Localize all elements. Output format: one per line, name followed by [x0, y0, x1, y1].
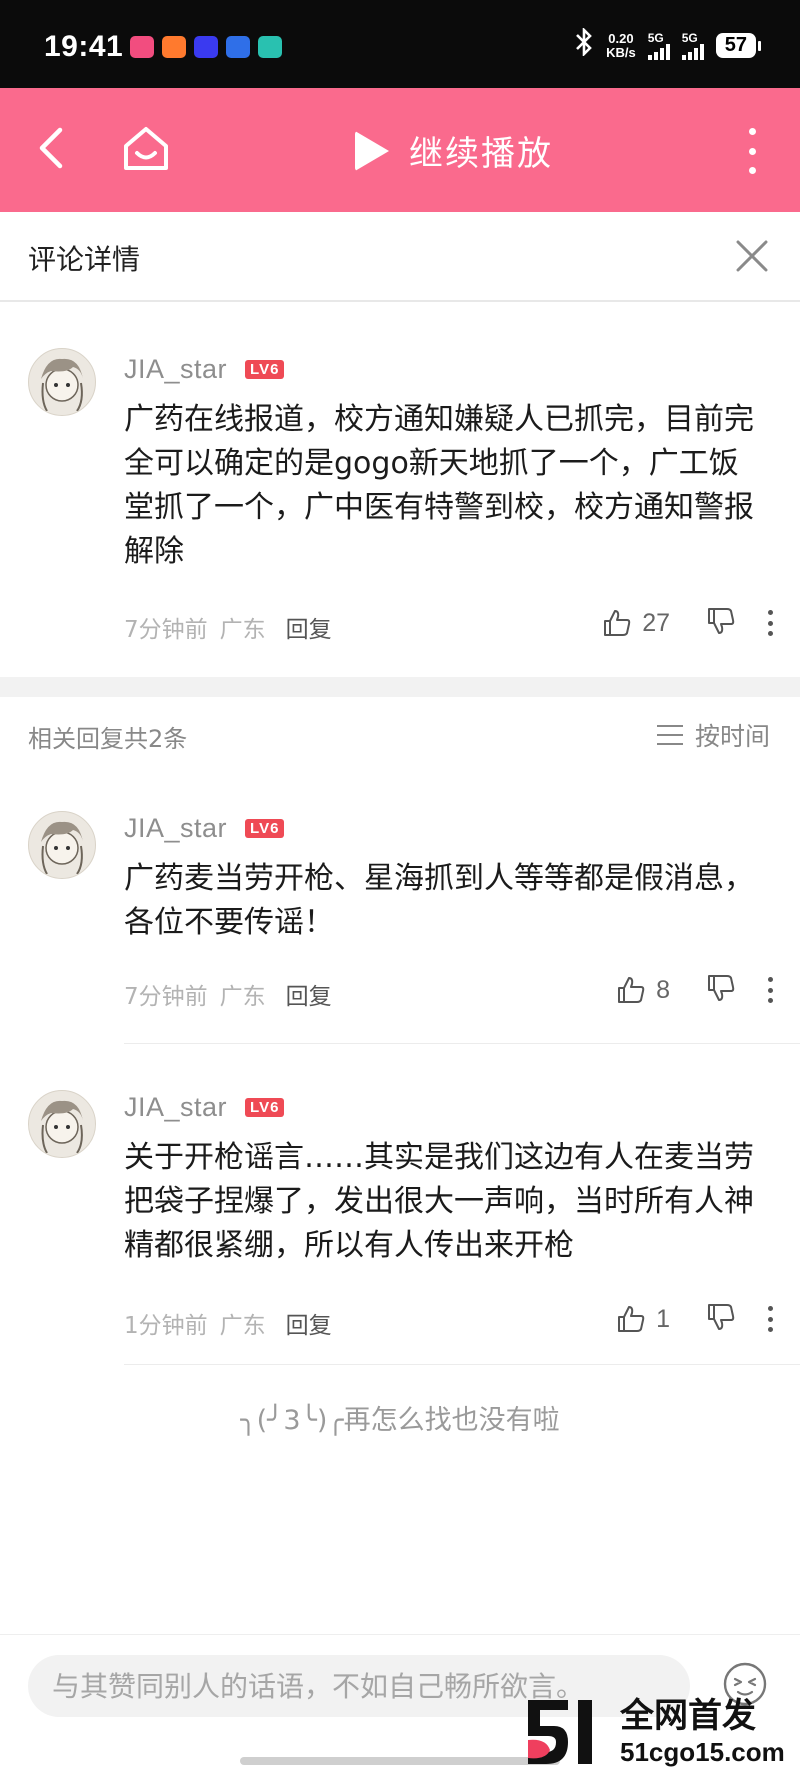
thumbs-down-icon: [708, 975, 735, 1001]
continue-play-button[interactable]: 继续播放: [355, 126, 553, 175]
replies-header: 相关回复共2条 按时间: [0, 697, 800, 777]
reply-location: 广东: [219, 984, 266, 1010]
reply-text: 关于开枪谣言……其实是我们这边有人在麦当劳把袋子捏爆了，发出很大一声响，当时所有…: [124, 1140, 754, 1263]
username[interactable]: JIA_star: [124, 813, 227, 844]
like-count: 27: [642, 608, 670, 637]
thumbs-up-icon: [604, 610, 631, 636]
like-button[interactable]: 1: [616, 1304, 670, 1334]
app-notification-icon: [258, 36, 282, 58]
reply-location: 广东: [219, 1313, 266, 1339]
dislike-button[interactable]: [706, 1302, 736, 1336]
end-of-list-message: ╮(╯3╰)╭再怎么找也没有啦: [240, 1405, 560, 1436]
reply-actions: 1: [616, 1302, 774, 1336]
reply-divider: [124, 1364, 800, 1365]
top-bar: 继续播放: [0, 88, 800, 212]
level-badge: LV6: [245, 1098, 285, 1117]
level-badge: LV6: [245, 360, 285, 379]
dislike-button[interactable]: [706, 606, 736, 640]
main-comment: JIA_star LV6 广药在线报道，校方通知嫌疑人已抓完，目前完全可以确定的…: [0, 300, 800, 677]
app-notification-icon: [130, 36, 154, 58]
signal-sim2-icon: 5G: [681, 30, 704, 60]
network-speed: 0.20 KB/s: [606, 30, 636, 60]
comment-location: 广东: [219, 617, 266, 643]
reply-item: JIA_star LV6 广药麦当劳开枪、星海抓到人等等都是假消息，各位不要传谣…: [0, 777, 800, 1043]
watermark: 全网首发 51cgo15.com: [524, 1692, 794, 1772]
sim1-label: 5G: [647, 30, 664, 45]
battery-indicator: 57: [715, 33, 762, 58]
reply-meta: 7分钟前 广东 回复: [124, 977, 332, 1011]
notification-icons: [130, 36, 282, 58]
panel-title: 评论详情: [28, 243, 141, 276]
avatar[interactable]: [28, 348, 96, 416]
continue-play-label: 继续播放: [409, 134, 553, 174]
comment-more-icon[interactable]: [766, 610, 774, 636]
watermark-logo: [528, 1700, 592, 1764]
sort-button[interactable]: 按时间: [656, 717, 770, 753]
username[interactable]: JIA_star: [124, 1092, 227, 1123]
comment-actions: 27: [602, 606, 774, 640]
reply-time: 7分钟前: [124, 984, 208, 1010]
user-info: JIA_star LV6: [124, 813, 285, 844]
username[interactable]: JIA_star: [124, 354, 227, 385]
like-count: 8: [656, 975, 670, 1004]
home-indicator[interactable]: [240, 1757, 560, 1765]
net-speed-value: 0.20: [608, 30, 634, 46]
reply-time: 1分钟前: [124, 1313, 208, 1339]
dislike-button[interactable]: [706, 973, 736, 1007]
reply-actions: 8: [616, 973, 774, 1007]
reply-button[interactable]: 回复: [286, 610, 332, 644]
replies-count: 相关回复共2条: [28, 725, 188, 753]
app-notification-icon: [162, 36, 186, 58]
comment-meta: 7分钟前 广东 回复: [124, 610, 332, 644]
home-icon[interactable]: [118, 120, 174, 176]
status-right: 0.20 KB/s 5G 5G 57: [574, 26, 762, 63]
avatar[interactable]: [28, 811, 96, 879]
app-notification-icon: [226, 36, 250, 58]
sim2-label: 5G: [681, 30, 698, 45]
avatar[interactable]: [28, 1090, 96, 1158]
reply-button[interactable]: 回复: [286, 1306, 332, 1340]
sort-label: 按时间: [694, 722, 770, 751]
thumbs-up-icon: [618, 977, 645, 1003]
reply-text: 广药麦当劳开枪、星海抓到人等等都是假消息，各位不要传谣！: [124, 861, 754, 940]
thumbs-down-icon: [708, 1304, 735, 1330]
thumbs-down-icon: [708, 608, 735, 634]
reply-item: JIA_star LV6 关于开枪谣言……其实是我们这边有人在麦当劳把袋子捏爆了…: [0, 1044, 800, 1364]
app-notification-icon: [194, 36, 218, 58]
reply-meta: 1分钟前 广东 回复: [124, 1306, 332, 1340]
play-icon: [355, 130, 389, 171]
reply-more-icon[interactable]: [766, 977, 774, 1003]
comment-time: 7分钟前: [124, 617, 208, 643]
reply-more-icon[interactable]: [766, 1306, 774, 1332]
thumbs-up-icon: [618, 1306, 645, 1332]
watermark-text: 全网首发: [620, 1696, 756, 1736]
comment-detail-header: 评论详情: [0, 212, 800, 302]
net-speed-unit: KB/s: [606, 44, 636, 60]
like-count: 1: [656, 1304, 670, 1333]
watermark-url: 51cgo15.com: [620, 1737, 785, 1767]
level-badge: LV6: [245, 819, 285, 838]
user-info: JIA_star LV6: [124, 1092, 285, 1123]
comment-text: 广药在线报道，校方通知嫌疑人已抓完，目前完全可以确定的是gogo新天地抓了一个，…: [124, 402, 754, 569]
close-icon[interactable]: [734, 238, 770, 274]
like-button[interactable]: 27: [602, 608, 670, 638]
bluetooth-icon: [574, 26, 594, 63]
status-time: 19:41: [44, 30, 124, 63]
sort-icon: [656, 725, 683, 745]
section-separator: [0, 677, 800, 697]
status-bar: 19:41 0.20 KB/s 5G 5G 57: [0, 0, 800, 88]
like-button[interactable]: 8: [616, 975, 670, 1005]
user-info: JIA_star LV6: [124, 354, 285, 385]
back-icon[interactable]: [28, 116, 78, 180]
reply-button[interactable]: 回复: [286, 977, 332, 1011]
more-options-icon[interactable]: [742, 128, 762, 174]
signal-sim1-icon: 5G: [647, 30, 670, 60]
